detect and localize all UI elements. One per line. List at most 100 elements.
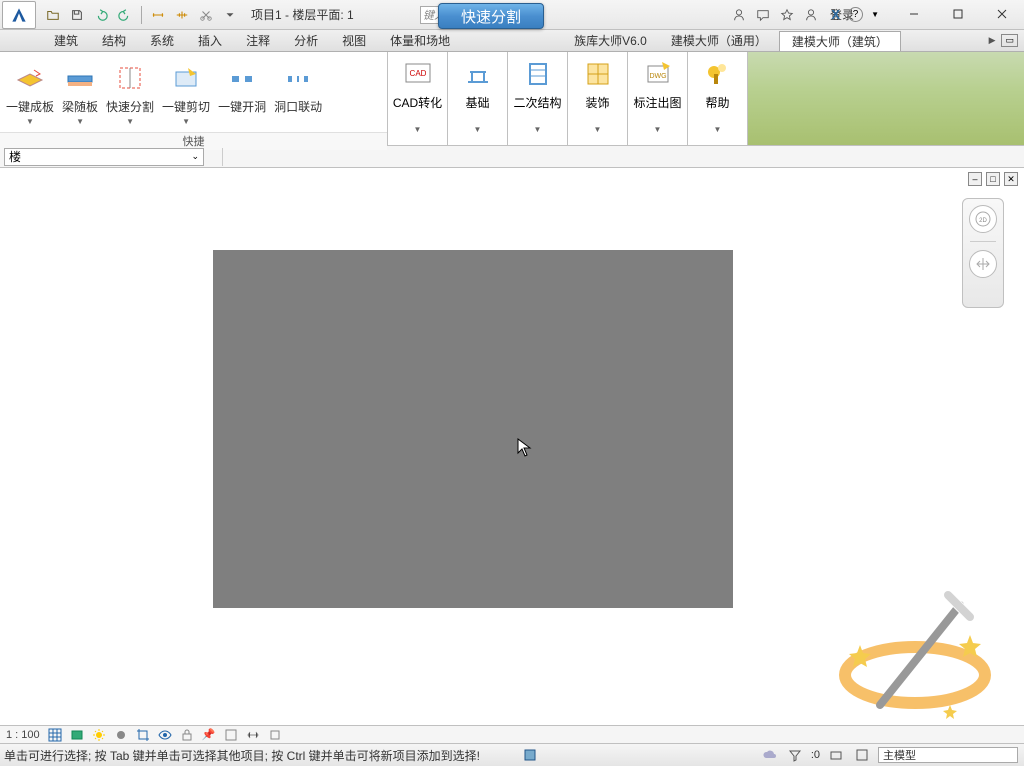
filter-icon[interactable]	[785, 746, 805, 764]
workspace[interactable]: – □ ✕ 2D	[0, 168, 1024, 726]
window-controls	[892, 0, 1024, 28]
menubar: 建筑 结构 系统 插入 注释 分析 视图 体量和场地 族库大师V6.0 建模大师…	[0, 30, 1024, 52]
menu-massing[interactable]: 体量和场地	[378, 31, 462, 51]
panel-foundation[interactable]: 基础▼	[448, 52, 508, 145]
menu-collapse-icon[interactable]: ▭	[1001, 34, 1018, 47]
hide-icon[interactable]	[158, 728, 172, 742]
panel-help[interactable]: 帮助▼	[688, 52, 748, 145]
status-info-icon[interactable]	[520, 746, 540, 764]
foundation-icon	[462, 58, 494, 90]
sun-icon[interactable]	[92, 728, 106, 742]
status-message: 单击可进行选择; 按 Tab 键并单击可选择其他项目; 按 Ctrl 键并单击可…	[0, 747, 520, 764]
nav-pan-icon[interactable]	[969, 250, 997, 278]
beam-icon	[64, 62, 96, 94]
svg-text:2D: 2D	[979, 218, 987, 224]
inner-window-controls: – □ ✕	[968, 172, 1018, 186]
lock-icon[interactable]	[180, 728, 194, 742]
svg-text:CAD: CAD	[409, 69, 426, 78]
panel-decor[interactable]: 装饰▼	[568, 52, 628, 145]
menu-modelmaster-arch[interactable]: 建模大师（建筑）	[779, 31, 901, 51]
scale-label[interactable]: 1 : 100	[6, 729, 40, 741]
comm-icon[interactable]	[754, 6, 772, 24]
heading-combo[interactable]: 楼 ⌄	[4, 148, 204, 166]
status-cloud-icon[interactable]	[759, 746, 779, 764]
hole-icon	[226, 62, 258, 94]
nav-wheel[interactable]: 2D	[962, 198, 1004, 308]
cut-icon[interactable]	[195, 4, 217, 26]
wand-decoration	[830, 575, 1000, 725]
svg-text:DWG: DWG	[649, 73, 666, 80]
decor-icon	[582, 58, 614, 90]
panel-cad[interactable]: CAD CAD转化▼	[388, 52, 448, 145]
slab-icon	[14, 62, 46, 94]
menu-view[interactable]: 视图	[330, 31, 378, 51]
align-icon[interactable]	[171, 4, 193, 26]
btn-onekey-hole[interactable]: 一键开洞	[214, 56, 270, 117]
menu-annotate[interactable]: 注释	[234, 31, 282, 51]
tooltip-badge: 快速分割	[438, 3, 544, 29]
btn-hole-link[interactable]: 洞口联动	[270, 56, 326, 117]
canvas-view[interactable]	[213, 250, 733, 608]
cad-icon: CAD	[402, 58, 434, 90]
help-panel-icon	[702, 58, 734, 90]
cursor-icon	[517, 438, 533, 461]
annotate-icon: DWG	[642, 58, 674, 90]
titlebar: 项目1 - 楼层平面: 1 键入 快速分割 登录 X ? ▼	[0, 0, 1024, 30]
maximize-button[interactable]	[936, 0, 980, 28]
menu-overflow-icon[interactable]: ▶	[989, 35, 996, 46]
ribbon-fill	[748, 52, 1024, 145]
reveal-icon[interactable]	[224, 728, 238, 742]
undo-icon[interactable]	[90, 4, 112, 26]
redo-icon[interactable]	[114, 4, 136, 26]
app-logo[interactable]	[2, 1, 36, 29]
menu-family[interactable]: 族库大师V6.0	[562, 31, 659, 51]
help-dropdown-icon[interactable]: ▼	[871, 10, 879, 19]
title-help-group: X ? ▼	[831, 7, 879, 22]
exchange-icon[interactable]: X	[831, 7, 840, 22]
save-icon[interactable]	[66, 4, 88, 26]
menu-insert[interactable]: 插入	[186, 31, 234, 51]
dropdown-icon[interactable]	[219, 4, 241, 26]
workset-icon[interactable]	[826, 746, 846, 764]
menu-analyze[interactable]: 分析	[282, 31, 330, 51]
crop-icon[interactable]	[136, 728, 150, 742]
menu-structure[interactable]: 结构	[90, 31, 138, 51]
close-button[interactable]	[980, 0, 1024, 28]
help-icon[interactable]: ?	[848, 7, 863, 22]
star-icon[interactable]	[778, 6, 796, 24]
btn-quick-split[interactable]: 快速分割▼	[102, 56, 158, 128]
detail-level-icon[interactable]	[48, 728, 62, 742]
menu-modelmaster-general[interactable]: 建模大师（通用）	[659, 31, 779, 51]
menu-architecture[interactable]: 建筑	[42, 31, 90, 51]
nav-2d-icon[interactable]: 2D	[969, 205, 997, 233]
menu-systems[interactable]: 系统	[138, 31, 186, 51]
ribbon: 一键成板▼ 梁随板▼ 快速分割▼ 一键剪切▼ 一键开洞 洞口联动	[0, 52, 1024, 146]
login-icon[interactable]	[802, 6, 820, 24]
cut-panel-icon	[170, 62, 202, 94]
pin-icon[interactable]: 📌	[202, 728, 216, 742]
minimize-button[interactable]	[892, 0, 936, 28]
inner-close-icon[interactable]: ✕	[1004, 172, 1018, 186]
temp-icon[interactable]	[268, 728, 282, 742]
editable-icon[interactable]	[852, 746, 872, 764]
ribbon-panel-quick: 一键成板▼ 梁随板▼ 快速分割▼ 一键剪切▼ 一键开洞 洞口联动	[0, 52, 388, 145]
inner-max-icon[interactable]: □	[986, 172, 1000, 186]
btn-beam-follow[interactable]: 梁随板▼	[58, 56, 102, 128]
inner-min-icon[interactable]: –	[968, 172, 982, 186]
quick-access-toolbar	[42, 4, 241, 26]
model-combo[interactable]: 主模型	[878, 747, 1018, 763]
visual-style-icon[interactable]	[70, 728, 84, 742]
panel-secondary[interactable]: 二次结构▼	[508, 52, 568, 145]
split-icon	[114, 62, 146, 94]
constrain-icon[interactable]	[246, 728, 260, 742]
open-icon[interactable]	[42, 4, 64, 26]
shadow-icon[interactable]	[114, 728, 128, 742]
measure-icon[interactable]	[147, 4, 169, 26]
secondary-icon	[522, 58, 554, 90]
btn-onekey-cut[interactable]: 一键剪切▼	[158, 56, 214, 128]
btn-onekey-slab[interactable]: 一键成板▼	[2, 56, 58, 128]
view-control-bar: 1 : 100 📌	[0, 726, 1024, 744]
status-count: :0	[811, 749, 820, 761]
panel-annotate[interactable]: DWG 标注出图▼	[628, 52, 688, 145]
user-icon[interactable]	[730, 6, 748, 24]
